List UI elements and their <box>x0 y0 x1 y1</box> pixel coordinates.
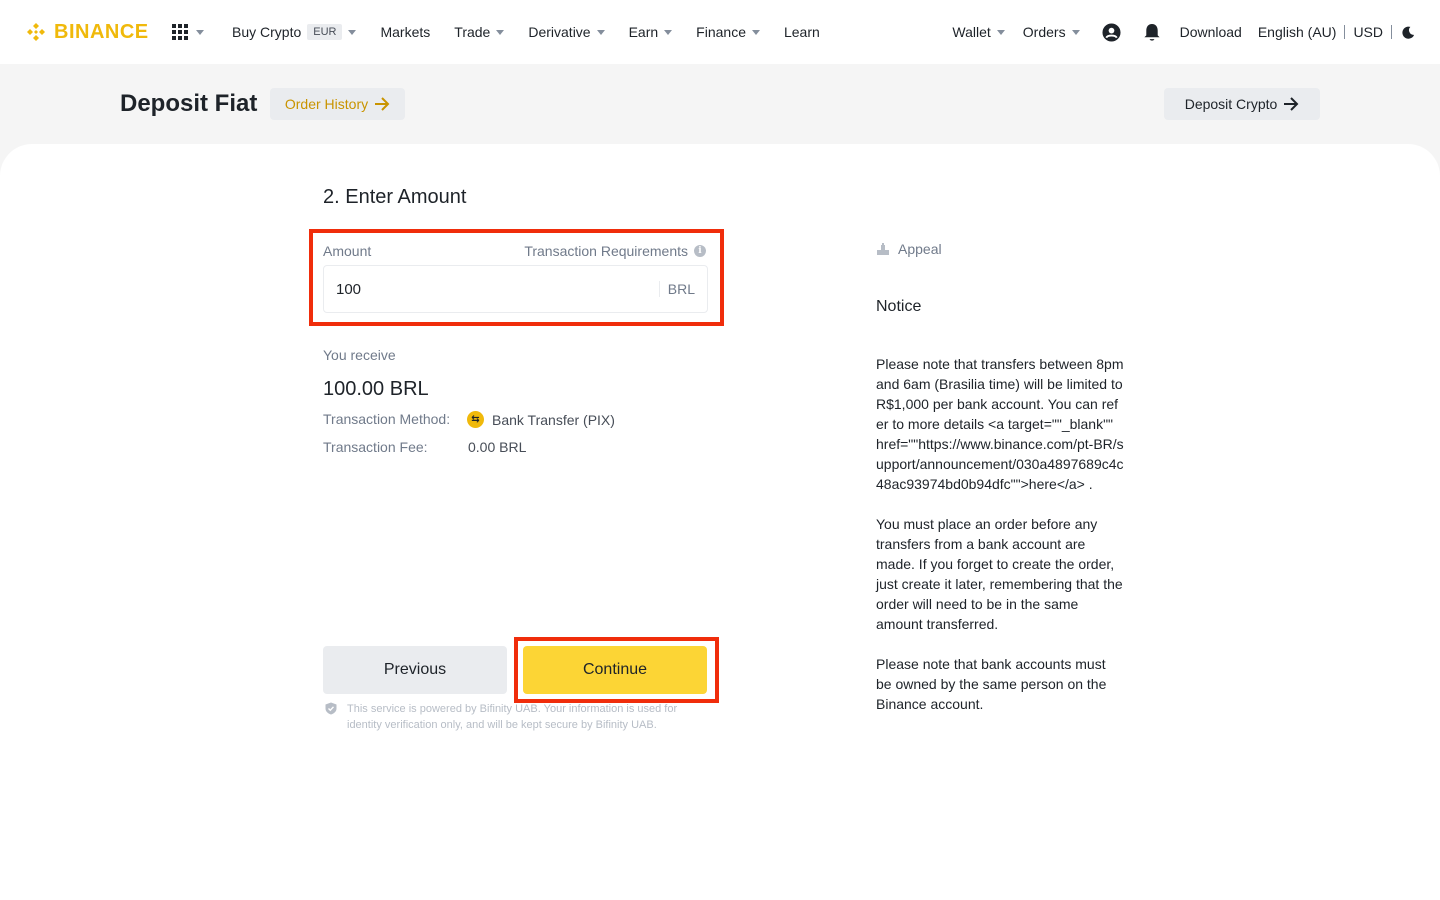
divider <box>1391 25 1392 39</box>
nav-derivative[interactable]: Derivative <box>528 24 605 40</box>
appeal-icon <box>877 242 889 255</box>
nav-item-label: Trade <box>454 24 491 40</box>
binance-logo[interactable]: BINANCE <box>24 20 149 44</box>
nav-item-label: Buy Crypto <box>232 24 302 40</box>
main-nav: Buy Crypto EUR Markets Trade Derivative … <box>232 0 820 64</box>
user-nav: Wallet Orders Download English (AU) USD <box>952 0 1416 64</box>
deposit-crypto-label: Deposit Crypto <box>1184 96 1278 112</box>
nav-item-label: Finance <box>696 24 746 40</box>
divider <box>1344 25 1346 39</box>
binance-logo-icon <box>27 23 45 41</box>
caret-down-icon <box>751 29 760 35</box>
powered-by-notice: This service is powered by Bifinity UAB.… <box>347 703 678 731</box>
currency-selector[interactable]: USD <box>1353 24 1383 40</box>
currency-badge: EUR <box>307 24 343 40</box>
notice-paragraph: You must place an order before any trans… <box>876 516 1123 632</box>
caret-down-icon <box>596 29 605 35</box>
receive-label: You receive <box>323 347 396 363</box>
amount-currency: BRL <box>658 281 707 297</box>
deposit-crypto-button[interactable]: Deposit Crypto <box>1164 88 1320 120</box>
method-label: Transaction Method: <box>323 411 451 427</box>
fee-label: Transaction Fee: <box>323 439 428 455</box>
step-title: 2. Enter Amount <box>323 186 467 208</box>
caret-down-icon <box>1071 29 1080 35</box>
nav-item-label: Markets <box>380 24 431 40</box>
user-icon[interactable] <box>1102 22 1122 42</box>
nav-item-label: Learn <box>783 24 820 40</box>
nav-trade[interactable]: Trade <box>454 24 505 40</box>
method-value: Bank Transfer (PIX) <box>492 411 615 428</box>
nav-learn[interactable]: Learn <box>784 24 820 40</box>
moon-icon[interactable] <box>1400 22 1416 42</box>
pix-icon: ⇆ <box>467 411 484 428</box>
page-title: Deposit Fiat <box>120 90 258 117</box>
top-nav: BINANCE Buy Crypto EUR Markets Trade Der… <box>0 0 1440 64</box>
caret-down-icon <box>348 29 357 35</box>
apps-menu-button[interactable] <box>172 24 204 40</box>
caret-down-icon <box>496 29 505 35</box>
nav-item-label: Derivative <box>528 24 591 40</box>
fee-value: 0.00 BRL <box>468 439 527 455</box>
notice-paragraph: Please note that transfers between 8pm a… <box>876 356 1124 492</box>
info-icon[interactable]: i <box>694 245 706 257</box>
previous-button[interactable]: Previous <box>323 646 507 694</box>
nav-wallet[interactable]: Wallet <box>952 24 1005 40</box>
nav-markets[interactable]: Markets <box>380 24 430 40</box>
transaction-requirements-link[interactable]: Transaction Requirements i <box>524 243 706 259</box>
order-history-label: Order History <box>284 96 369 112</box>
arrow-right-icon <box>375 97 390 111</box>
nav-item-label: Orders <box>1022 24 1066 40</box>
nav-buy-crypto[interactable]: Buy Crypto EUR <box>232 24 357 40</box>
nav-item-label: USD <box>1353 24 1383 40</box>
appeal-label: Appeal <box>898 241 942 257</box>
nav-item-label: Earn <box>628 24 659 40</box>
order-history-button[interactable]: Order History <box>270 88 405 120</box>
continue-button[interactable]: Continue <box>523 646 707 694</box>
nav-item-label: English (AU) <box>1257 24 1337 40</box>
appeal-link[interactable]: Appeal <box>876 241 942 257</box>
receive-value: 100.00 BRL <box>323 378 429 400</box>
amount-input[interactable] <box>324 266 659 312</box>
nav-item-label: Download <box>1179 24 1242 40</box>
shield-icon <box>325 702 337 715</box>
amount-field: BRL <box>323 265 708 313</box>
nav-finance[interactable]: Finance <box>696 24 760 40</box>
brand-name: BINANCE <box>54 20 149 43</box>
nav-item-label: Wallet <box>952 24 991 40</box>
language-selector[interactable]: English (AU) <box>1258 24 1337 40</box>
notice-body: Please note that transfers between 8pm a… <box>876 354 1124 734</box>
notice-paragraph: Please note that bank accounts must be o… <box>876 656 1107 712</box>
nav-download[interactable]: Download <box>1180 24 1242 40</box>
method-value-row: ⇆ Bank Transfer (PIX) <box>467 411 615 428</box>
caret-down-icon <box>996 29 1005 35</box>
caret-down-icon <box>196 29 204 35</box>
nav-earn[interactable]: Earn <box>629 24 673 40</box>
amount-label: Amount <box>323 243 372 259</box>
bell-icon[interactable] <box>1142 22 1162 42</box>
requirements-label: Transaction Requirements <box>524 243 688 259</box>
nav-orders[interactable]: Orders <box>1023 24 1080 40</box>
caret-down-icon <box>664 29 673 35</box>
notice-title: Notice <box>876 298 922 315</box>
grid-icon <box>172 24 188 40</box>
arrow-right-icon <box>1284 97 1299 111</box>
